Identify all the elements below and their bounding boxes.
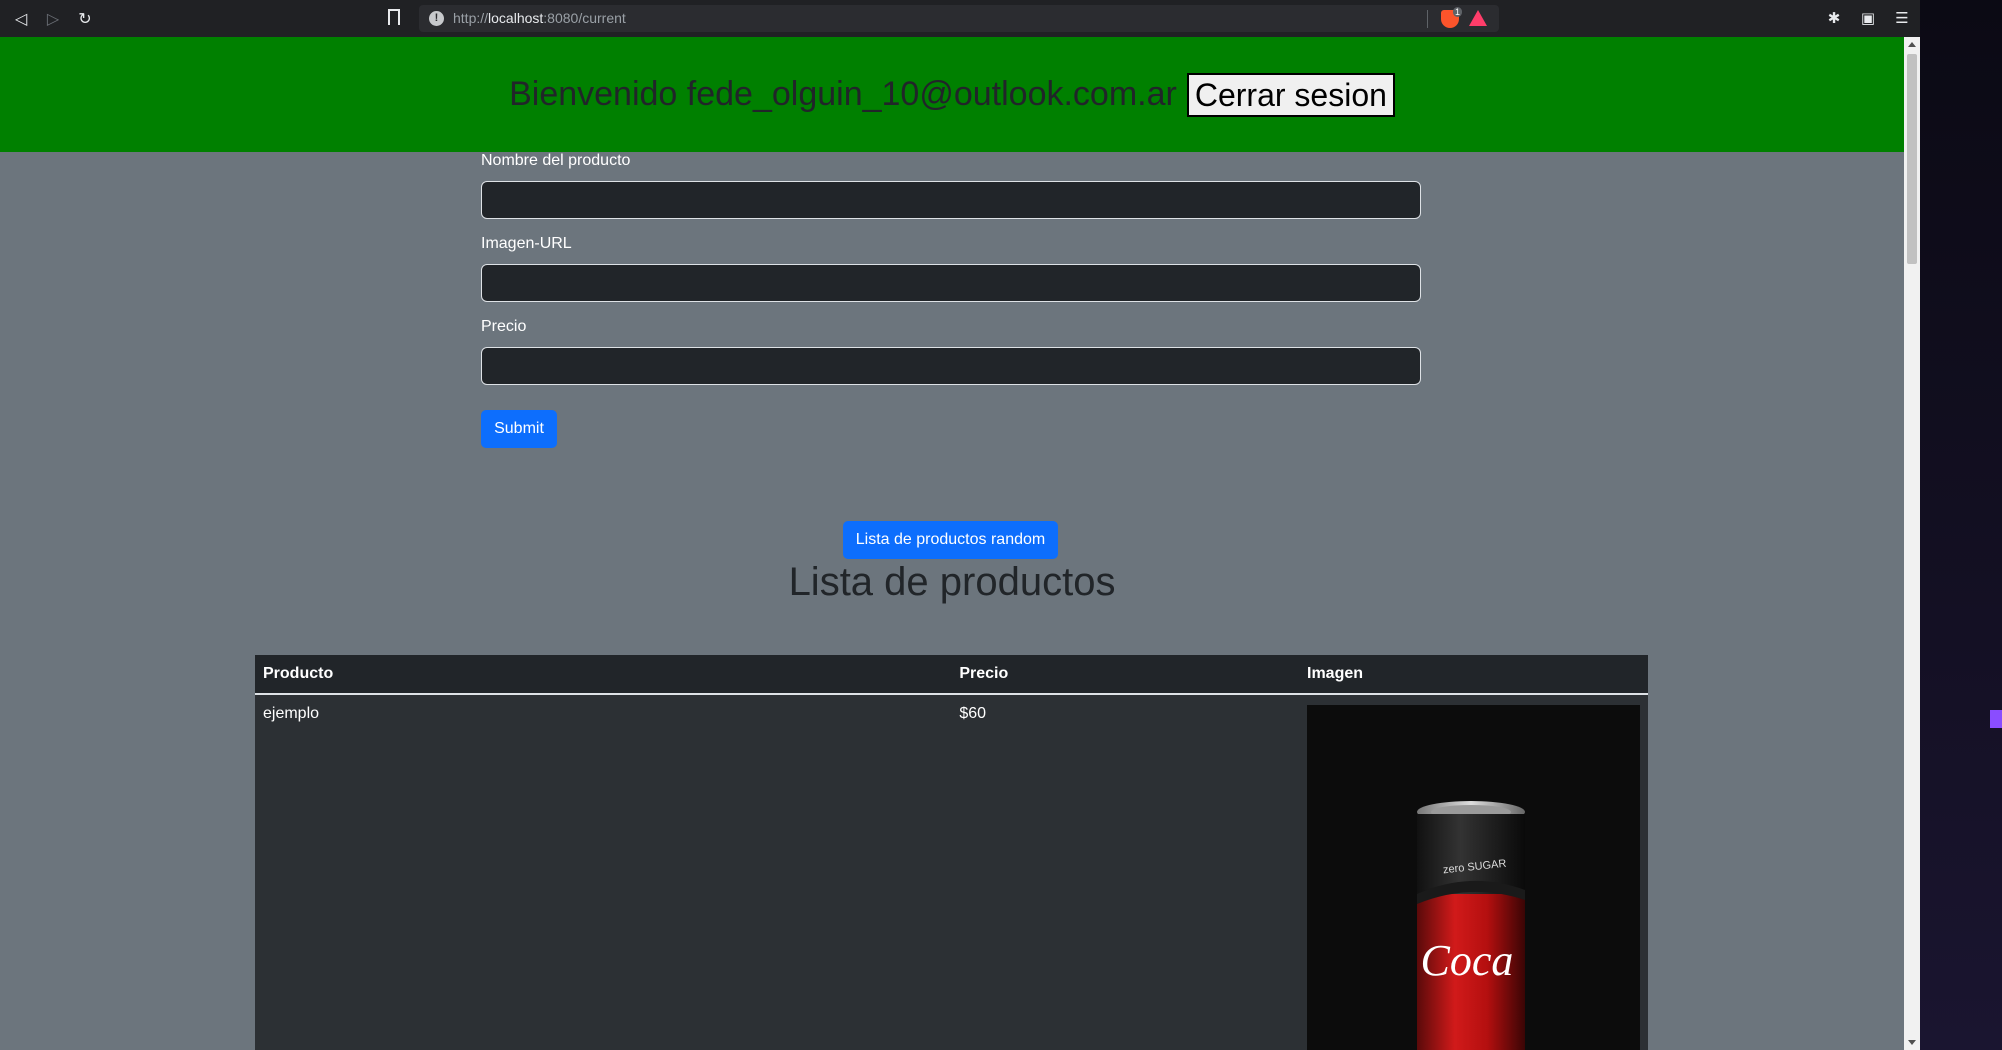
scrollbar-thumb[interactable] xyxy=(1907,54,1917,264)
logout-button[interactable]: Cerrar sesion xyxy=(1186,72,1395,117)
reload-icon[interactable]: ↻ xyxy=(74,8,96,30)
browser-toolbar: ◁ ▷ ↻ ! http://localhost:8080/current 1 … xyxy=(0,0,1920,37)
product-image: zero SUGAR Coca xyxy=(1307,705,1640,1050)
svg-text:Coca: Coca xyxy=(1421,936,1514,985)
column-header-price: Precio xyxy=(951,655,1299,695)
brave-shield-icon[interactable]: 1 xyxy=(1441,7,1463,28)
name-label: Nombre del producto xyxy=(481,152,631,169)
price-label: Precio xyxy=(481,318,527,335)
back-icon[interactable]: ◁ xyxy=(10,8,32,30)
random-products-button[interactable]: Lista de productos random xyxy=(843,521,1058,559)
desktop-background xyxy=(1920,0,2002,1050)
welcome-text: Bienvenido fede_olguin_10@outlook.com.ar xyxy=(509,75,1177,113)
image-url-input[interactable] xyxy=(481,264,1421,302)
wallet-icon[interactable]: ▣ xyxy=(1858,9,1878,29)
bookmark-icon[interactable] xyxy=(388,9,400,25)
product-name-input[interactable] xyxy=(481,181,1421,219)
desktop-glow xyxy=(1990,710,2002,728)
page-title: Lista de productos xyxy=(788,560,1116,604)
products-table: Producto Precio Imagen ejemplo $60 zero … xyxy=(255,655,1648,1050)
table-header-row: Producto Precio Imagen xyxy=(255,655,1648,695)
image-url-label: Imagen-URL xyxy=(481,235,572,252)
scroll-down-icon[interactable] xyxy=(1908,1040,1916,1045)
divider xyxy=(1427,10,1428,28)
address-bar[interactable]: ! http://localhost:8080/current 1 xyxy=(419,5,1499,32)
image-field-group: Imagen-URL xyxy=(481,235,1421,302)
soda-can-image: zero SUGAR Coca xyxy=(1417,801,1525,1050)
extensions-icon[interactable]: ✱ xyxy=(1824,9,1844,29)
url-text[interactable]: http://localhost:8080/current xyxy=(453,10,626,26)
menu-icon[interactable]: ☰ xyxy=(1892,9,1912,29)
bat-rewards-icon[interactable] xyxy=(1469,10,1487,26)
product-name-cell: ejemplo xyxy=(263,705,320,722)
page-header: Bienvenido fede_olguin_10@outlook.com.ar… xyxy=(0,37,1904,152)
forward-icon[interactable]: ▷ xyxy=(42,8,64,30)
table-row: ejemplo $60 zero SUGAR Coca xyxy=(255,694,1648,1050)
submit-button[interactable]: Submit xyxy=(481,410,557,448)
page-viewport: Bienvenido fede_olguin_10@outlook.com.ar… xyxy=(0,37,1904,1050)
price-input[interactable] xyxy=(481,347,1421,385)
column-header-image: Imagen xyxy=(1299,655,1648,695)
scroll-up-icon[interactable] xyxy=(1908,42,1916,47)
shield-count-badge: 1 xyxy=(1453,7,1463,17)
info-icon[interactable]: ! xyxy=(429,11,444,26)
product-image-cell: zero SUGAR Coca xyxy=(1299,694,1648,1050)
price-field-group: Precio xyxy=(481,318,1421,385)
column-header-product: Producto xyxy=(255,655,952,695)
product-form: Nombre del producto Imagen-URL Precio Su… xyxy=(481,152,1421,448)
name-field-group: Nombre del producto xyxy=(481,152,1421,219)
vertical-scrollbar[interactable] xyxy=(1904,37,1920,1050)
product-price-cell: $60 xyxy=(959,705,987,722)
